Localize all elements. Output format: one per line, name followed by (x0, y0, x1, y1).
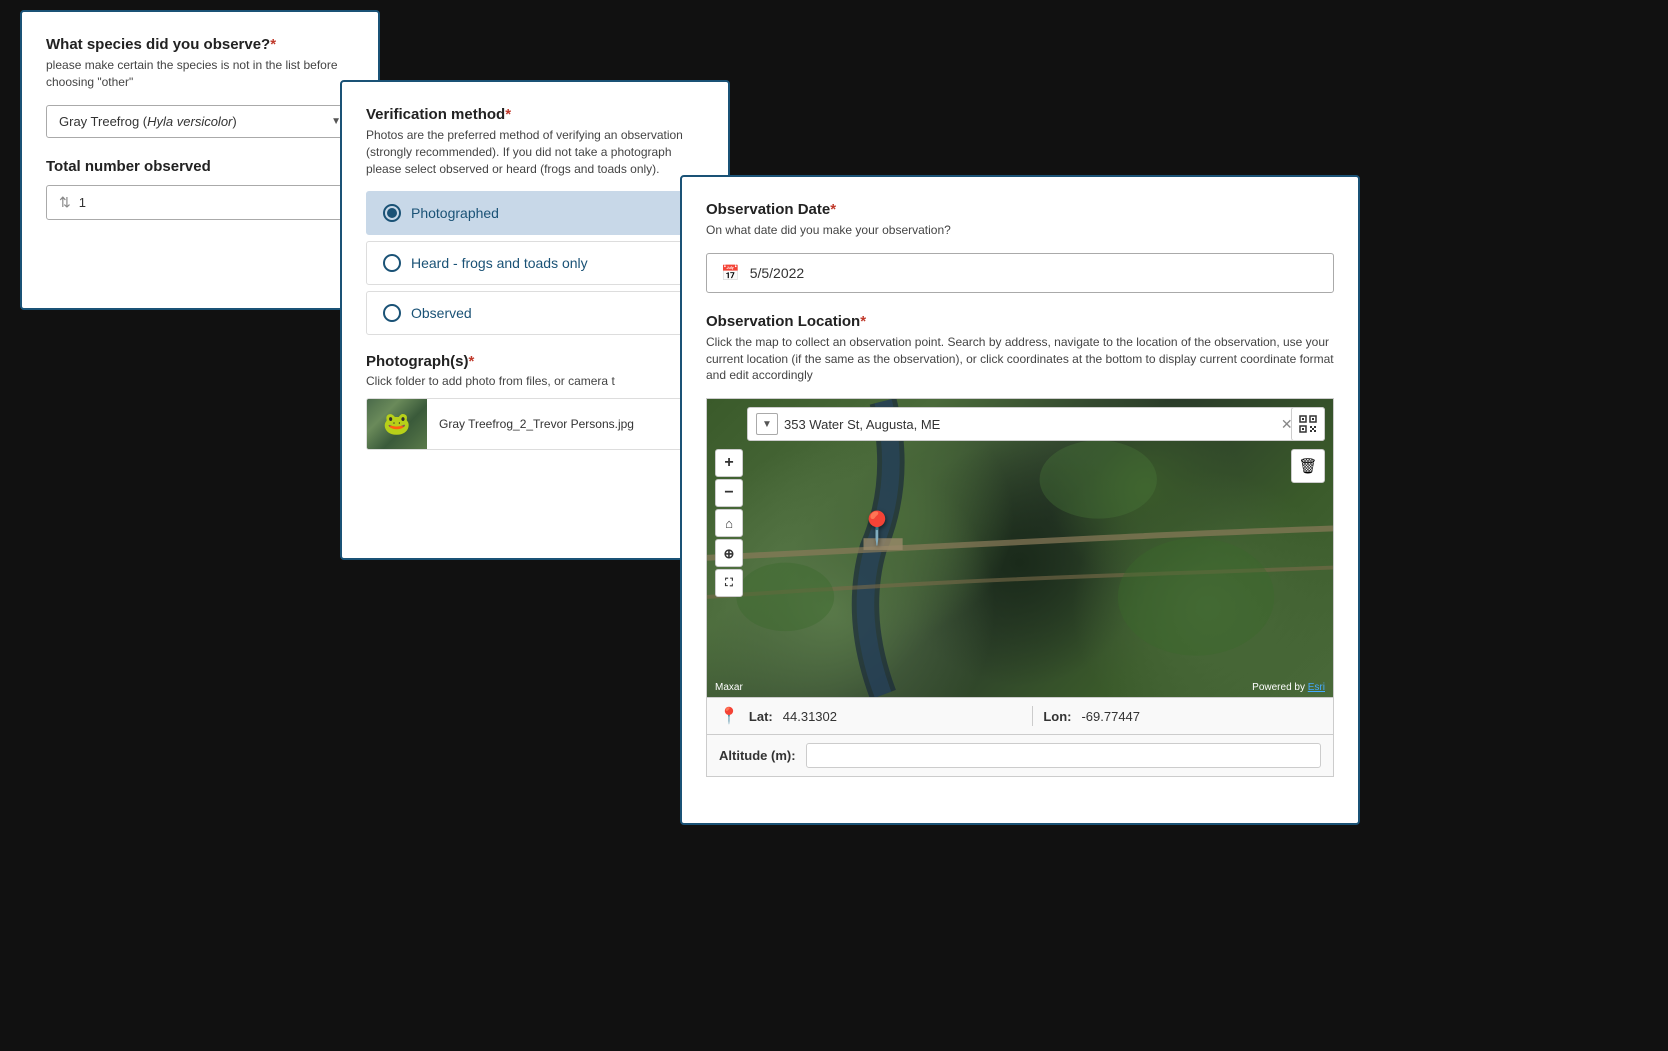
verification-title-text: Verification method (366, 106, 505, 123)
option-photographed-label: Photographed (411, 205, 499, 221)
lat-input[interactable] (783, 709, 1023, 724)
photos-title-text: Photograph(s) (366, 353, 469, 370)
photo-thumbnail (367, 399, 427, 449)
map-search-address: 353 Water St, Augusta, ME (784, 417, 1275, 432)
obs-date-input[interactable]: 📅 5/5/2022 (706, 253, 1334, 293)
obs-date-required-star: * (830, 201, 836, 218)
option-observed[interactable]: Observed (366, 291, 704, 335)
verification-title: Verification method* (366, 106, 704, 123)
species-title: What species did you observe?* (46, 36, 354, 53)
coord-divider (1032, 706, 1033, 726)
species-dropdown[interactable]: Gray Treefrog (Hyla versicolor) ▼ (46, 105, 354, 138)
species-title-text: What species did you observe? (46, 36, 270, 53)
total-number-input[interactable]: ⇅ 1 (46, 185, 354, 220)
photos-section-title: Photograph(s)* (366, 353, 704, 370)
lon-input[interactable] (1081, 709, 1321, 724)
verification-card: Verification method* Photos are the pref… (340, 80, 730, 560)
species-card: What species did you observe?* please ma… (20, 10, 380, 310)
map-locate-button[interactable]: ⊕ (715, 539, 743, 567)
map-controls: + − ⌂ ⊕ ⛶ (715, 449, 743, 597)
obs-date-desc: On what date did you make your observati… (706, 222, 1334, 239)
photo-filename: Gray Treefrog_2_Trevor Persons.jpg (427, 409, 646, 439)
altitude-label: Altitude (m): (719, 748, 796, 763)
obs-loc-required-star: * (860, 313, 866, 330)
map-zoom-in-button[interactable]: + (715, 449, 743, 477)
photos-desc: Click folder to add photo from files, or… (366, 374, 704, 388)
obs-date-title: Observation Date* (706, 201, 1334, 218)
species-dropdown-value: Gray Treefrog (Hyla versicolor) (59, 114, 237, 129)
esri-link[interactable]: Esri (1308, 682, 1325, 693)
map-container[interactable]: ▼ 353 Water St, Augusta, ME ✕ 🔍 🗑 (706, 398, 1334, 698)
lon-label: Lon: (1043, 709, 1071, 724)
map-pin-marker: 📍 (857, 509, 897, 547)
photo-row: Gray Treefrog_2_Trevor Persons.jpg (366, 398, 704, 450)
sort-icon: ⇅ (59, 194, 71, 211)
map-zoom-out-button[interactable]: − (715, 479, 743, 507)
map-qr-button[interactable] (1291, 407, 1325, 441)
radio-heard-circle (383, 254, 401, 272)
obs-loc-title: Observation Location* (706, 313, 1334, 330)
verification-desc: Photos are the preferred method of verif… (366, 127, 704, 177)
map-attribution-esri: Powered by Esri (1252, 682, 1325, 693)
radio-observed-circle (383, 304, 401, 322)
map-trash-button[interactable]: 🗑 (1291, 449, 1325, 483)
option-observed-label: Observed (411, 305, 472, 321)
obs-loc-title-text: Observation Location (706, 313, 860, 330)
map-attribution-maxar: Maxar (715, 682, 743, 693)
option-heard-label: Heard - frogs and toads only (411, 255, 588, 271)
option-heard[interactable]: Heard - frogs and toads only (366, 241, 704, 285)
verification-required-star: * (505, 106, 511, 123)
map-expand-button[interactable]: ⛶ (715, 569, 743, 597)
coordinates-row: 📍 Lat: Lon: (706, 698, 1334, 735)
coords-pin-icon: 📍 (719, 706, 739, 726)
radio-photographed-circle (383, 204, 401, 222)
option-photographed[interactable]: Photographed (366, 191, 704, 235)
map-search-dropdown-icon[interactable]: ▼ (756, 413, 778, 435)
altitude-input[interactable] (806, 743, 1321, 768)
lat-label: Lat: (749, 709, 773, 724)
species-required-star: * (270, 36, 276, 53)
qr-icon (1299, 415, 1317, 433)
map-home-button[interactable]: ⌂ (715, 509, 743, 537)
calendar-icon: 📅 (721, 264, 740, 282)
obs-loc-desc: Click the map to collect an observation … (706, 334, 1334, 384)
total-observed-label: Total number observed (46, 158, 354, 175)
photos-required-star: * (469, 353, 475, 370)
altitude-row: Altitude (m): (706, 735, 1334, 777)
map-search-bar[interactable]: ▼ 353 Water St, Augusta, ME ✕ 🔍 (747, 407, 1325, 441)
obs-date-value: 5/5/2022 (750, 265, 805, 281)
map-overlay (707, 399, 1333, 697)
observation-card: Observation Date* On what date did you m… (680, 175, 1360, 825)
obs-date-title-text: Observation Date (706, 201, 830, 218)
species-desc: please make certain the species is not i… (46, 57, 354, 91)
total-number-value: 1 (79, 195, 86, 210)
